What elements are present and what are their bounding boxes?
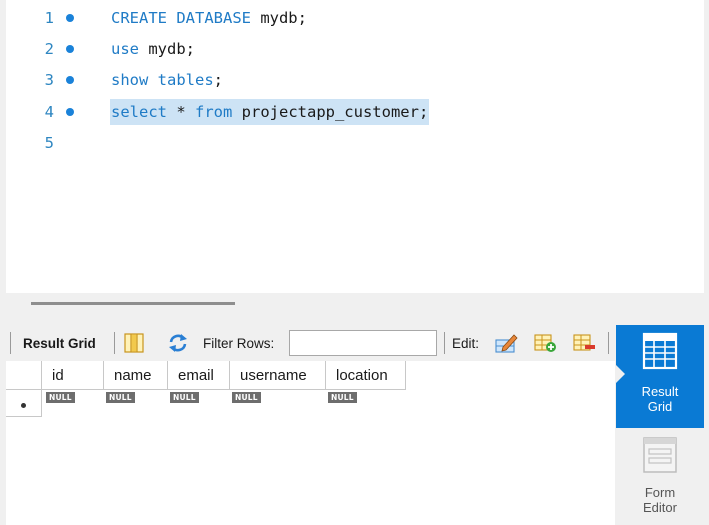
sql-statement[interactable]: show tables; xyxy=(110,67,224,93)
result-grid-tab-label[interactable]: Result Grid xyxy=(23,336,96,351)
edit-cell-icon[interactable] xyxy=(494,332,518,354)
toolbar-separator xyxy=(10,332,11,354)
toolbar-separator xyxy=(444,332,445,354)
cell-username-null[interactable]: NULL xyxy=(232,392,261,403)
result-grid-label-line1: Result xyxy=(641,384,679,399)
statement-marker-icon[interactable] xyxy=(66,14,74,22)
result-grid[interactable]: id name email username location NULL NUL… xyxy=(6,361,615,525)
result-toolbar: Result Grid Filter Rows: Edit: xyxy=(6,328,612,358)
line-number: 5 xyxy=(44,134,54,152)
column-header-location[interactable]: location xyxy=(326,361,406,390)
sql-keyword: use xyxy=(111,40,139,58)
statement-marker-icon[interactable] xyxy=(66,76,74,84)
result-grid-icon xyxy=(642,332,678,370)
editor-line[interactable]: 2 use mydb; xyxy=(6,36,704,62)
selected-sql-statement[interactable]: select * from projectapp_customer; xyxy=(110,99,430,125)
statement-marker-icon[interactable] xyxy=(66,45,74,53)
form-editor-label-line2: Editor xyxy=(643,500,677,515)
editor-line[interactable]: 1 CREATE DATABASE mydb; xyxy=(6,5,704,31)
result-grid-label-line2: Grid xyxy=(647,399,673,414)
sql-text: mydb; xyxy=(139,40,195,58)
line-number: 1 xyxy=(44,9,54,27)
cell-name-null[interactable]: NULL xyxy=(106,392,135,403)
panel-splitter-handle[interactable] xyxy=(31,302,235,305)
result-grid-view-button[interactable]: Result Grid xyxy=(616,325,704,428)
result-side-panel: Result Grid Form Editor xyxy=(616,325,704,525)
form-editor-icon xyxy=(643,437,677,473)
new-row-header[interactable] xyxy=(6,390,42,417)
toolbar-separator xyxy=(114,332,115,354)
line-number: 4 xyxy=(44,103,54,121)
sql-text: ; xyxy=(213,71,223,89)
cell-email-null[interactable]: NULL xyxy=(170,392,199,403)
sql-keyword: CREATE DATABASE xyxy=(111,9,251,27)
new-row-marker-icon xyxy=(21,403,26,408)
sql-text: projectapp_customer; xyxy=(232,103,429,121)
line-number: 2 xyxy=(44,40,54,58)
cell-id-null[interactable]: NULL xyxy=(46,392,75,403)
column-header-email[interactable]: email xyxy=(168,361,230,390)
column-header-name[interactable]: name xyxy=(104,361,168,390)
form-editor-view-button[interactable]: Form Editor xyxy=(616,430,704,525)
workbench-query-window: 1 CREATE DATABASE mydb; 2 use mydb; 3 show ta… xyxy=(0,0,709,525)
grid-corner-cell xyxy=(6,361,42,390)
editor-line[interactable]: 5 xyxy=(6,130,704,156)
statement-marker-icon[interactable] xyxy=(66,108,74,116)
sql-statement[interactable]: use mydb; xyxy=(110,36,196,62)
delete-row-icon[interactable] xyxy=(572,332,596,354)
editor-line[interactable]: 4 select * from projectapp_customer; xyxy=(6,99,704,125)
add-row-icon[interactable] xyxy=(533,332,557,354)
form-editor-label-line1: Form xyxy=(644,485,676,500)
sql-text: mydb; xyxy=(250,9,307,27)
refresh-icon[interactable] xyxy=(166,332,190,354)
filter-rows-input[interactable] xyxy=(289,330,437,356)
column-header-username[interactable]: username xyxy=(230,361,326,390)
editor-line[interactable]: 3 show tables; xyxy=(6,67,704,93)
sql-text: * xyxy=(167,103,195,121)
sql-keyword: from xyxy=(195,103,233,121)
sql-statement[interactable]: CREATE DATABASE mydb; xyxy=(110,5,308,31)
cell-location-null[interactable]: NULL xyxy=(328,392,357,403)
sql-editor[interactable]: 1 CREATE DATABASE mydb; 2 use mydb; 3 show ta… xyxy=(6,0,704,293)
toolbar-separator xyxy=(608,332,609,354)
columns-toggle-icon[interactable] xyxy=(122,332,146,354)
edit-label: Edit: xyxy=(452,336,480,351)
filter-rows-label: Filter Rows: xyxy=(203,336,275,351)
line-number: 3 xyxy=(44,71,54,89)
sql-keyword: show tables xyxy=(111,71,214,89)
sql-keyword: select xyxy=(111,103,167,121)
column-header-id[interactable]: id xyxy=(42,361,104,390)
